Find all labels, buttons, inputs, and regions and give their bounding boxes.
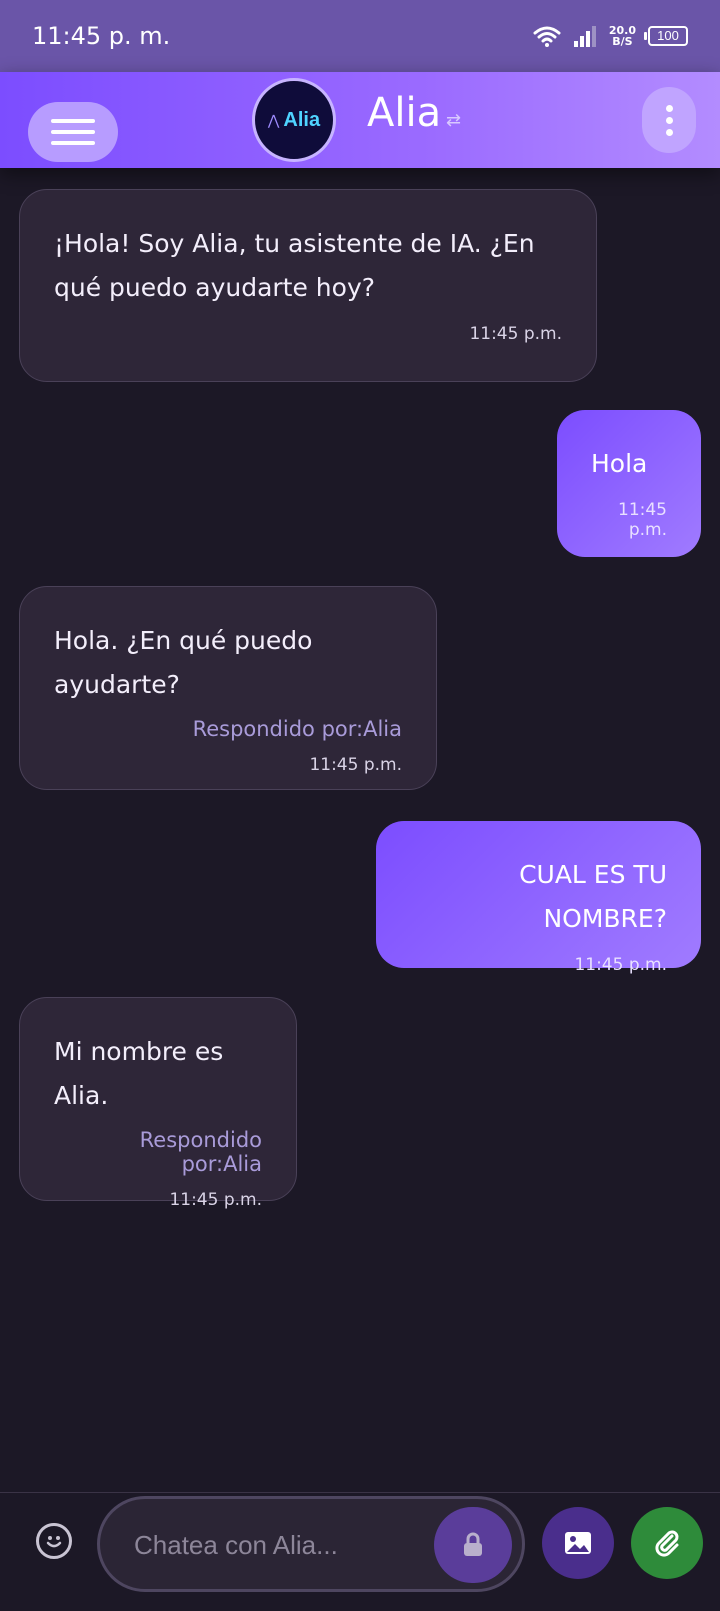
image-icon <box>565 1532 591 1554</box>
chat-message-bot: ¡Hola! Soy Alia, tu asistente de IA. ¿En… <box>19 189 597 382</box>
emoji-icon-face <box>46 1536 62 1548</box>
hamburger-icon-line <box>51 130 95 134</box>
more-options-button[interactable] <box>642 87 696 153</box>
hamburger-icon-line <box>51 119 95 123</box>
logo-text: Alia <box>283 108 321 131</box>
attach-button[interactable] <box>631 1507 703 1579</box>
image-button[interactable] <box>542 1507 614 1579</box>
chat-message-bot: Mi nombre es Alia. Respondido por:Alia 1… <box>19 997 297 1210</box>
logo-mark-icon: ⋀ <box>267 111 280 128</box>
composer-bar <box>0 1492 720 1611</box>
message-input[interactable] <box>134 1523 414 1567</box>
network-speed: 20.0 B/S <box>609 25 636 47</box>
more-vertical-icon-dot <box>665 128 673 136</box>
battery-icon: 100 <box>644 26 688 46</box>
responder-credit: Respondido por:Alia <box>192 717 402 741</box>
speed-unit: B/S <box>612 35 633 48</box>
status-time: 11:45 p. m. <box>32 22 171 50</box>
message-time: 11:45 p.m. <box>574 955 667 975</box>
paperclip-icon <box>655 1530 679 1557</box>
responder-credit: Respondido por:Alia <box>139 1128 262 1176</box>
message-time: 11:45 p.m. <box>618 500 667 540</box>
lock-button[interactable] <box>434 1507 512 1583</box>
emoji-icon[interactable] <box>36 1523 72 1559</box>
chat-message-user: Hola 11:45 p.m. <box>557 410 701 557</box>
alia-logo[interactable]: ⋀ Alia <box>252 78 336 162</box>
status-bar: 11:45 p. m. 20.0 B/S 100 <box>0 0 720 72</box>
hamburger-icon-line <box>51 141 95 145</box>
lock-icon <box>464 1532 482 1556</box>
message-input-container <box>97 1496 525 1592</box>
page-title: Alia <box>367 90 442 136</box>
message-time: 11:45 p.m. <box>309 755 402 775</box>
app-header: ⋀ Alia Alia ⇄ <box>0 72 720 168</box>
message-text: Hola <box>591 449 648 478</box>
chat-message-bot: Hola. ¿En qué puedo ayudarte? Respondido… <box>19 586 437 790</box>
menu-button[interactable] <box>28 102 118 162</box>
more-vertical-icon-dot <box>665 104 673 112</box>
wifi-icon <box>533 26 561 47</box>
message-text: ¡Hola! Soy Alia, tu asistente de IA. ¿En… <box>54 229 535 302</box>
status-icons: 20.0 B/S 100 <box>533 25 688 47</box>
message-time: 11:45 p.m. <box>469 324 562 344</box>
message-time: 11:45 p.m. <box>169 1190 262 1210</box>
message-text: CUAL ES TU NOMBRE? <box>519 860 667 933</box>
message-text: Mi nombre es Alia. <box>54 1037 224 1110</box>
signal-icon <box>573 26 596 47</box>
message-text: Hola. ¿En qué puedo ayudarte? <box>54 626 313 699</box>
chat-message-user: CUAL ES TU NOMBRE? 11:45 p.m. <box>376 821 701 975</box>
swap-icon[interactable]: ⇄ <box>446 110 461 131</box>
more-vertical-icon-dot <box>665 116 673 124</box>
